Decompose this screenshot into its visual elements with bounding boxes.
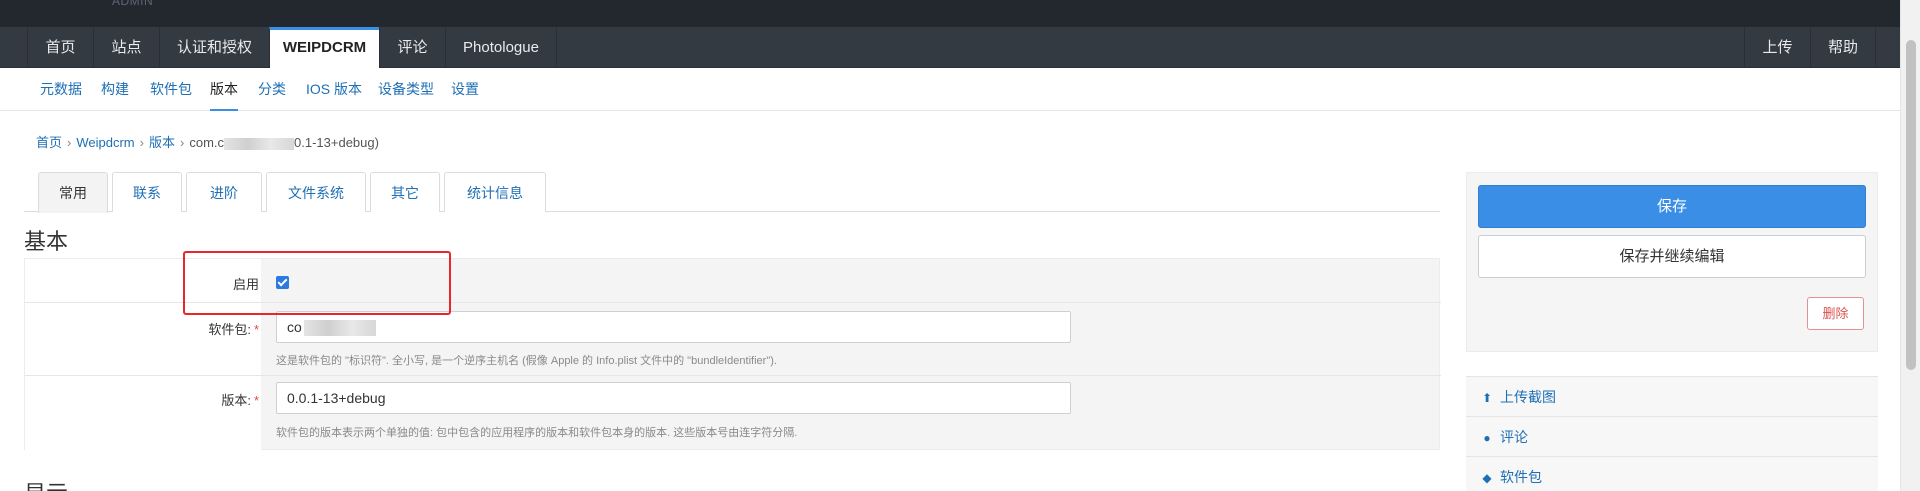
- required-mark: *: [253, 322, 259, 337]
- package-input-value: co: [287, 319, 302, 335]
- breadcrumb-current-suffix: 0.1-13+debug): [294, 135, 379, 150]
- nav-item-photologue[interactable]: Photologue: [445, 27, 557, 68]
- tab-filesystem[interactable]: 文件系统: [266, 172, 366, 212]
- subnav-version[interactable]: 版本: [210, 68, 238, 111]
- version-help-text: 软件包的版本表示两个单独的值: 包中包含的应用程序的版本和软件包本身的版本. 这…: [276, 427, 798, 439]
- upload-icon: ⬆: [1481, 391, 1493, 405]
- save-button[interactable]: 保存: [1478, 185, 1866, 228]
- tab-advanced[interactable]: 进阶: [186, 172, 262, 212]
- delete-button[interactable]: 删除: [1807, 297, 1864, 330]
- version-input[interactable]: 0.0.1-13+debug: [276, 382, 1071, 414]
- scrollbar-thumb[interactable]: [1906, 40, 1916, 370]
- breadcrumb-model[interactable]: 版本: [149, 135, 175, 150]
- subnav-settings[interactable]: 设置: [451, 68, 479, 111]
- subnav-package[interactable]: 软件包: [150, 68, 192, 111]
- save-continue-button[interactable]: 保存并继续编辑: [1478, 235, 1866, 278]
- breadcrumb-home[interactable]: 首页: [36, 135, 62, 150]
- subnav-metadata[interactable]: 元数据: [40, 68, 82, 111]
- comments-icon: ●: [1483, 431, 1491, 445]
- admin-page: ADMIN 首页 站点 认证和授权 WEIPDCRM 评论 Photologue…: [0, 0, 1920, 491]
- tab-other[interactable]: 其它: [370, 172, 440, 212]
- side-link-comments[interactable]: ● 评论: [1466, 416, 1878, 456]
- tab-statistics[interactable]: 统计信息: [444, 172, 546, 212]
- package-input[interactable]: co: [276, 311, 1071, 343]
- subnav-ios-version[interactable]: IOS 版本: [306, 68, 362, 111]
- highlight-box: [183, 251, 451, 315]
- side-link-upload-screenshot[interactable]: ⬆ 上传截图: [1466, 376, 1878, 416]
- breadcrumb-current-prefix: com.c: [189, 135, 225, 150]
- nav-item-weipdcrm[interactable]: WEIPDCRM: [269, 27, 379, 68]
- tab-contact[interactable]: 联系: [112, 172, 182, 212]
- redacted-block: [303, 320, 376, 337]
- version-label: 版本: *: [221, 390, 259, 409]
- subnav-device-type[interactable]: 设备类型: [378, 68, 434, 111]
- breadcrumb-app[interactable]: Weipdcrm: [76, 135, 134, 150]
- row-divider: [25, 375, 1441, 376]
- main-navbar: 首页 站点 认证和授权 WEIPDCRM 评论 Photologue 上传 帮助: [0, 27, 1900, 68]
- form-tabs: 常用 联系 进阶 文件系统 其它 统计信息: [24, 172, 1440, 213]
- side-link-label: 软件包: [1500, 469, 1542, 485]
- nav-item-sites[interactable]: 站点: [93, 27, 159, 68]
- nav-item-auth[interactable]: 认证和授权: [159, 27, 269, 68]
- nav-item-home[interactable]: 首页: [27, 27, 93, 68]
- package-label-text: 软件包:: [208, 322, 251, 337]
- nav-item-comments[interactable]: 评论: [379, 27, 445, 68]
- related-links: ⬆ 上传截图 ● 评论 ◆ 软件包: [1466, 376, 1878, 491]
- admin-label: ADMIN: [112, 0, 154, 8]
- nav-item-help[interactable]: 帮助: [1810, 27, 1876, 68]
- page-scrollbar[interactable]: [1900, 0, 1920, 491]
- sub-navbar: 元数据 构建 软件包 版本 分类 IOS 版本 设备类型 设置: [0, 68, 1900, 111]
- side-link-label: 评论: [1500, 429, 1528, 445]
- section-title-basic: 基本: [24, 229, 69, 254]
- breadcrumb: 首页 › Weipdcrm › 版本 › com.c 0.1-13+debug): [36, 135, 379, 150]
- section-title-display: 显示: [24, 476, 68, 491]
- package-label: 软件包: *: [208, 319, 259, 338]
- redacted-block: [224, 137, 295, 150]
- subnav-build[interactable]: 构建: [101, 68, 129, 111]
- top-header-bar: ADMIN: [0, 0, 1900, 27]
- version-label-text: 版本:: [221, 393, 251, 408]
- tab-general[interactable]: 常用: [38, 172, 108, 213]
- package-help-text: 这是软件包的 "标识符". 全小写, 是一个逆序主机名 (假像 Apple 的 …: [276, 355, 777, 367]
- cube-icon: ◆: [1482, 471, 1492, 485]
- required-mark: *: [253, 393, 259, 408]
- subnav-category[interactable]: 分类: [258, 68, 286, 111]
- nav-item-upload[interactable]: 上传: [1744, 27, 1810, 68]
- side-link-package[interactable]: ◆ 软件包: [1466, 456, 1878, 491]
- side-link-label: 上传截图: [1500, 389, 1556, 405]
